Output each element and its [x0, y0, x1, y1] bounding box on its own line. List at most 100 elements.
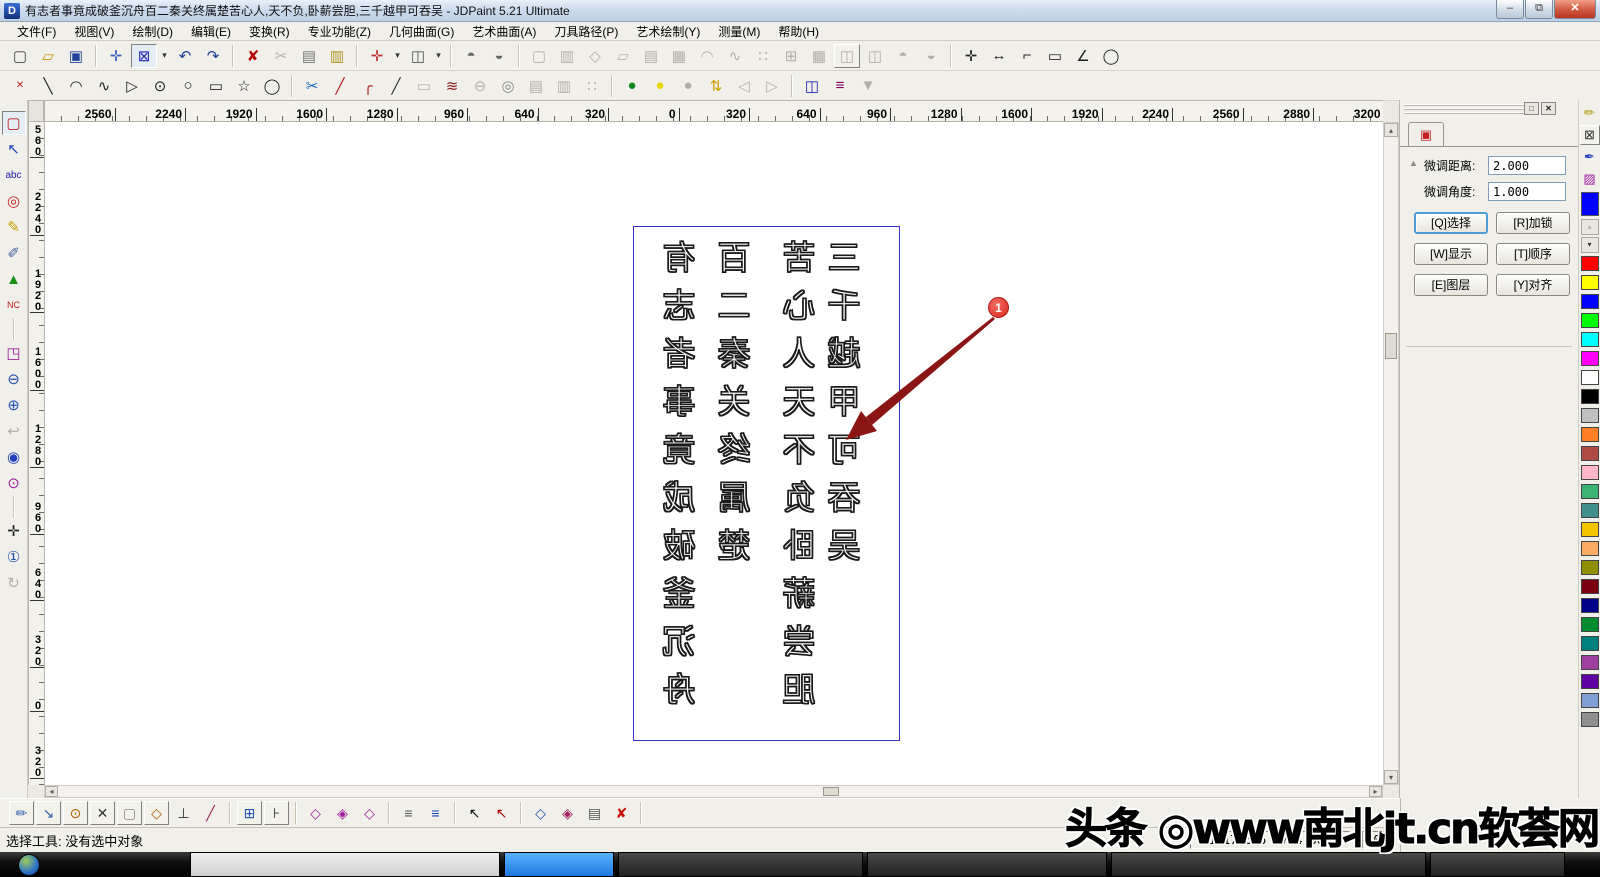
color-swatch[interactable]: [1581, 351, 1599, 366]
select-dropdown-icon[interactable]: ▾: [159, 44, 170, 68]
nudge-angle-input[interactable]: [1488, 182, 1566, 201]
menu-item[interactable]: 艺术绘制(Y): [627, 21, 709, 42]
color-swatch[interactable]: [1581, 465, 1599, 480]
rect-tool-icon[interactable]: ▭: [203, 74, 229, 98]
extend-tool-icon[interactable]: ╱: [327, 74, 353, 98]
snap-intersection-icon[interactable]: ✕: [90, 801, 115, 825]
panel-restore-button[interactable]: □: [1524, 102, 1539, 115]
zoom-window-icon[interactable]: ◳: [2, 341, 26, 365]
color-swatch[interactable]: [1581, 712, 1599, 727]
view-dropdown-icon[interactable]: ▾: [433, 44, 444, 68]
lock-button[interactable]: [R]加锁: [1496, 212, 1570, 234]
panel-close-button[interactable]: ✕: [1541, 102, 1556, 115]
layer-stack-active-icon[interactable]: ≡: [423, 801, 448, 825]
scroll-left-button[interactable]: ◂: [45, 786, 58, 797]
panel-scroll-up-icon[interactable]: ▲: [1409, 158, 1418, 168]
color-swatch[interactable]: [1581, 256, 1599, 271]
save-icon[interactable]: ▣: [63, 44, 89, 68]
color-swatch[interactable]: [1581, 370, 1599, 385]
horizontal-scroll-thumb[interactable]: [823, 787, 839, 796]
measure-point-icon[interactable]: ✛: [958, 44, 984, 68]
color-swatch[interactable]: [1581, 598, 1599, 613]
color-swatch[interactable]: [1581, 636, 1599, 651]
menu-item[interactable]: 变换(R): [240, 21, 299, 42]
menu-item[interactable]: 刀具路径(P): [545, 21, 627, 42]
show-all-bulb-icon[interactable]: ●: [619, 74, 645, 98]
weld-node-icon[interactable]: ◇: [303, 801, 328, 825]
copy-icon[interactable]: ▤: [296, 44, 322, 68]
color-swatch[interactable]: [1581, 693, 1599, 708]
color-swatch[interactable]: [1581, 313, 1599, 328]
polyline-tool-icon[interactable]: ▷: [119, 74, 145, 98]
zoom-in-icon[interactable]: ⊕: [2, 393, 26, 417]
color-swatch[interactable]: [1581, 332, 1599, 347]
menu-item[interactable]: 绘制(D): [123, 21, 182, 42]
menu-item[interactable]: 艺术曲面(A): [463, 21, 545, 42]
undo-icon[interactable]: ↶: [172, 44, 198, 68]
align-button[interactable]: [Y]对齐: [1496, 274, 1570, 296]
circle-tool-icon[interactable]: ⊙: [147, 74, 173, 98]
minimize-button[interactable]: –: [1496, 0, 1524, 19]
redo-icon[interactable]: ↷: [200, 44, 226, 68]
delete-node-icon[interactable]: ✘: [609, 801, 634, 825]
snap-perpendicular-icon[interactable]: ⊥: [171, 801, 196, 825]
menu-item[interactable]: 帮助(H): [769, 21, 828, 42]
pick-delete-icon[interactable]: ↖: [489, 801, 514, 825]
menu-item[interactable]: 测量(M): [709, 21, 769, 42]
color-swatch[interactable]: [1581, 503, 1599, 518]
chamfer-tool-icon[interactable]: ╱: [383, 74, 409, 98]
crosshair-icon[interactable]: ✛: [103, 44, 129, 68]
snap-draw-icon[interactable]: ✏: [9, 801, 34, 825]
color-swatch[interactable]: [1581, 541, 1599, 556]
taskbar-item[interactable]: [618, 852, 863, 877]
line-tool-icon[interactable]: ╲: [35, 74, 61, 98]
panel-drag-grip[interactable]: [1404, 104, 1534, 114]
snap-smart-icon[interactable]: ↘: [36, 801, 61, 825]
restore-button[interactable]: ⧉: [1525, 0, 1553, 19]
start-button[interactable]: [18, 854, 40, 876]
star-tool-icon[interactable]: ☆: [231, 74, 257, 98]
order-button[interactable]: [T]顺序: [1496, 243, 1570, 265]
snap-axis-icon[interactable]: ⊦: [264, 801, 289, 825]
measure-distance-icon[interactable]: ↔: [986, 44, 1012, 68]
node-insert-icon[interactable]: ◇: [528, 801, 553, 825]
select-box-icon[interactable]: ⊠: [131, 44, 157, 68]
close-button[interactable]: ✕: [1554, 0, 1596, 19]
display-button[interactable]: [W]显示: [1414, 243, 1488, 265]
axes-dropdown-icon[interactable]: ▾: [392, 44, 403, 68]
polygon-tool-icon[interactable]: ◯: [259, 74, 285, 98]
color-swatch[interactable]: [1581, 674, 1599, 689]
measure-rect-icon[interactable]: ▭: [1042, 44, 1068, 68]
pan-tool-icon[interactable]: ✛: [2, 519, 26, 543]
view-cube-icon[interactable]: ◫: [405, 44, 431, 68]
select-mode-button[interactable]: [Q]选择: [1414, 212, 1488, 234]
taskbar-item[interactable]: [190, 852, 500, 877]
engrave-text-column[interactable]: 有志者事竟成破釜沉舟: [660, 240, 704, 740]
palette-edit-icon[interactable]: ▨: [1580, 169, 1600, 189]
drawing-canvas[interactable]: 有志者事竟成破釜沉舟百二秦关终属楚苦心人天不负卧薪尝胆三千越甲可吞吴 1: [44, 122, 1383, 785]
view-all-icon[interactable]: ◉: [2, 445, 26, 469]
menu-item[interactable]: 文件(F): [8, 21, 65, 42]
node-list-icon[interactable]: ▤: [582, 801, 607, 825]
color-swatch[interactable]: [1581, 294, 1599, 309]
scroll-up-button[interactable]: ▴: [1384, 123, 1398, 137]
rings-tool-icon[interactable]: ◎: [495, 74, 521, 98]
measure-circle-icon[interactable]: ◯: [1098, 44, 1124, 68]
shade-full-icon[interactable]: ◒: [486, 44, 512, 68]
offset-curve-icon[interactable]: ≋: [439, 74, 465, 98]
weld-node-mid-icon[interactable]: ◈: [330, 801, 355, 825]
color-swatch[interactable]: [1581, 579, 1599, 594]
menu-item[interactable]: 视图(V): [65, 21, 123, 42]
art-knife-icon[interactable]: ✐: [2, 241, 26, 265]
measure-angle-icon[interactable]: ∠: [1070, 44, 1096, 68]
art-pen-icon[interactable]: ✎: [2, 215, 26, 239]
vertical-scrollbar[interactable]: ▴ ▾: [1383, 122, 1399, 785]
menu-item[interactable]: 编辑(E): [182, 21, 240, 42]
snap-tangent-icon[interactable]: ╱: [198, 801, 223, 825]
color-swatch[interactable]: [1581, 275, 1599, 290]
taskbar-item[interactable]: [504, 852, 614, 877]
curve-tool-icon[interactable]: ∿: [91, 74, 117, 98]
snap-box-icon[interactable]: ▢: [117, 801, 142, 825]
scroll-down-button[interactable]: ▾: [1384, 770, 1398, 784]
view-selected-icon[interactable]: ⊙: [2, 471, 26, 495]
